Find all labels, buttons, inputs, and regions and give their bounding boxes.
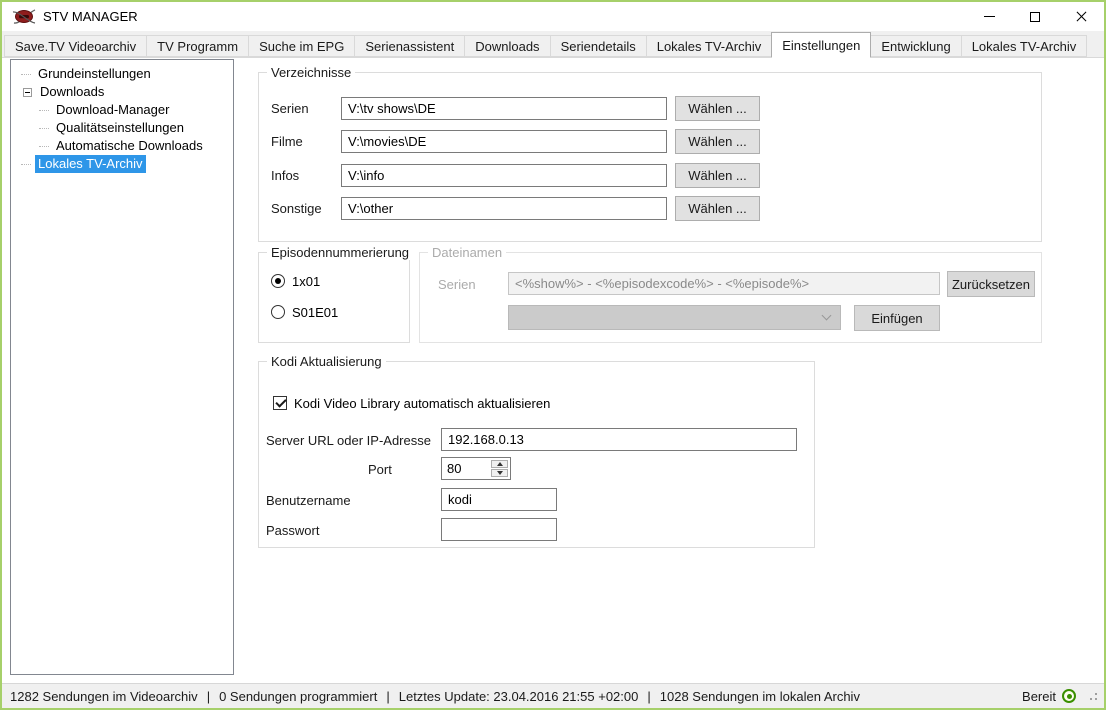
radio-s01e01[interactable]: S01E01 xyxy=(271,304,338,320)
tree-item-downloads[interactable]: Downloads xyxy=(11,83,233,101)
status-lokales-archiv-count: 1028 Sendungen im lokalen Archiv xyxy=(660,689,860,704)
checkbox-icon xyxy=(273,396,287,410)
status-bar: 1282 Sendungen im Videoarchiv | 0 Sendun… xyxy=(2,683,1104,708)
status-separator: | xyxy=(207,689,210,704)
spin-up-button[interactable] xyxy=(491,460,508,468)
infos-dir-input[interactable] xyxy=(341,164,667,187)
passwort-input[interactable] xyxy=(441,518,557,541)
minimize-icon xyxy=(984,16,995,17)
server-url-input[interactable] xyxy=(441,428,797,451)
tree-connector xyxy=(39,128,49,129)
group-title: Verzeichnisse xyxy=(267,65,355,80)
serien-dir-label: Serien xyxy=(271,101,309,116)
radio-1x01[interactable]: 1x01 xyxy=(271,273,320,289)
app-logo-icon xyxy=(12,8,36,26)
tree-connector xyxy=(39,146,49,147)
filme-dir-browse-button[interactable]: Wählen ... xyxy=(675,129,760,154)
radio-icon xyxy=(271,274,285,288)
close-icon xyxy=(1075,11,1087,23)
port-label: Port xyxy=(368,462,392,477)
tree-connector xyxy=(21,74,31,75)
filme-dir-label: Filme xyxy=(271,134,303,149)
infos-dir-browse-button[interactable]: Wählen ... xyxy=(675,163,760,188)
status-separator: | xyxy=(647,689,650,704)
sonstige-dir-input[interactable] xyxy=(341,197,667,220)
radio-icon xyxy=(271,305,285,319)
infos-dir-label: Infos xyxy=(271,168,299,183)
port-value: 80 xyxy=(442,458,491,479)
tree-item-download-manager[interactable]: Download-Manager xyxy=(11,101,233,119)
arrow-down-icon xyxy=(497,471,503,475)
tab-seriendetails[interactable]: Seriendetails xyxy=(550,35,647,57)
window-controls xyxy=(966,2,1104,31)
tab-downloads[interactable]: Downloads xyxy=(464,35,550,57)
einfuegen-button[interactable]: Einfügen xyxy=(854,305,940,331)
tree-connector xyxy=(39,110,49,111)
group-title: Episodennummerierung xyxy=(267,245,413,260)
sonstige-dir-browse-button[interactable]: Wählen ... xyxy=(675,196,760,221)
collapse-icon[interactable] xyxy=(23,88,32,97)
window-title: STV MANAGER xyxy=(43,9,138,24)
title-bar: STV MANAGER xyxy=(2,2,1104,31)
status-videoarchiv-count: 1282 Sendungen im Videoarchiv xyxy=(10,689,198,704)
resize-grip[interactable] xyxy=(1088,691,1098,701)
maximize-icon xyxy=(1030,12,1040,22)
tab-suche-im-epg[interactable]: Suche im EPG xyxy=(248,35,355,57)
chevron-down-icon xyxy=(822,311,832,321)
filme-dir-input[interactable] xyxy=(341,130,667,153)
arrow-up-icon xyxy=(497,462,503,466)
platzhalter-dropdown xyxy=(508,305,841,330)
tab-lokales-tv-archiv[interactable]: Lokales TV-Archiv xyxy=(646,35,773,57)
settings-tree: Grundeinstellungen Downloads Download-Ma… xyxy=(10,59,234,675)
status-ready-label: Bereit xyxy=(1022,689,1056,704)
spin-down-button[interactable] xyxy=(491,469,508,477)
benutzername-label: Benutzername xyxy=(266,493,351,508)
tab-tv-programm[interactable]: TV Programm xyxy=(146,35,249,57)
tree-item-grundeinstellungen[interactable]: Grundeinstellungen xyxy=(11,65,233,83)
server-url-label: Server URL oder IP-Adresse xyxy=(266,433,431,448)
settings-page: Grundeinstellungen Downloads Download-Ma… xyxy=(2,58,1104,683)
passwort-label: Passwort xyxy=(266,523,319,538)
tab-einstellungen[interactable]: Einstellungen xyxy=(771,32,871,58)
maximize-button[interactable] xyxy=(1012,2,1058,31)
tab-bar: Save.TV Videoarchiv TV Programm Suche im… xyxy=(2,31,1104,58)
tab-entwicklung[interactable]: Entwicklung xyxy=(870,35,961,57)
zuruecksetzen-button[interactable]: Zurücksetzen xyxy=(947,271,1035,297)
app-window: STV MANAGER Save.TV Videoarchiv TV Progr… xyxy=(0,0,1106,710)
tab-savetv-videoarchiv[interactable]: Save.TV Videoarchiv xyxy=(4,35,147,57)
group-title: Kodi Aktualisierung xyxy=(267,354,386,369)
port-stepper[interactable]: 80 xyxy=(441,457,511,480)
status-letztes-update: Letztes Update: 23.04.2016 21:55 +02:00 xyxy=(399,689,639,704)
status-programmiert-count: 0 Sendungen programmiert xyxy=(219,689,377,704)
kodi-autoupdate-checkbox[interactable]: Kodi Video Library automatisch aktualisi… xyxy=(273,395,550,411)
minimize-button[interactable] xyxy=(966,2,1012,31)
sonstige-dir-label: Sonstige xyxy=(271,201,322,216)
serien-dir-browse-button[interactable]: Wählen ... xyxy=(675,96,760,121)
group-kodi-aktualisierung: Kodi Aktualisierung Kodi Video Library a… xyxy=(258,361,815,548)
close-button[interactable] xyxy=(1058,2,1104,31)
status-ready-icon xyxy=(1062,689,1076,703)
tab-lokales-tv-archiv-2[interactable]: Lokales TV-Archiv xyxy=(961,35,1088,57)
dateinamen-serien-label: Serien xyxy=(438,277,476,292)
tree-connector xyxy=(21,164,31,165)
serien-dir-input[interactable] xyxy=(341,97,667,120)
group-title: Dateinamen xyxy=(428,245,506,260)
dateinamen-serien-input xyxy=(508,272,940,295)
group-verzeichnisse: Verzeichnisse Serien Wählen ... Filme Wä… xyxy=(258,72,1042,242)
tree-item-automatische-downloads[interactable]: Automatische Downloads xyxy=(11,137,233,155)
tree-item-lokales-tv-archiv[interactable]: Lokales TV-Archiv xyxy=(11,155,233,173)
group-dateinamen: Dateinamen Serien Zurücksetzen Einfügen xyxy=(419,252,1042,343)
tree-item-qualitaetseinstellungen[interactable]: Qualitätseinstellungen xyxy=(11,119,233,137)
tab-serienassistent[interactable]: Serienassistent xyxy=(354,35,465,57)
group-episodennummerierung: Episodennummerierung 1x01 S01E01 xyxy=(258,252,410,343)
benutzername-input[interactable] xyxy=(441,488,557,511)
status-separator: | xyxy=(386,689,389,704)
